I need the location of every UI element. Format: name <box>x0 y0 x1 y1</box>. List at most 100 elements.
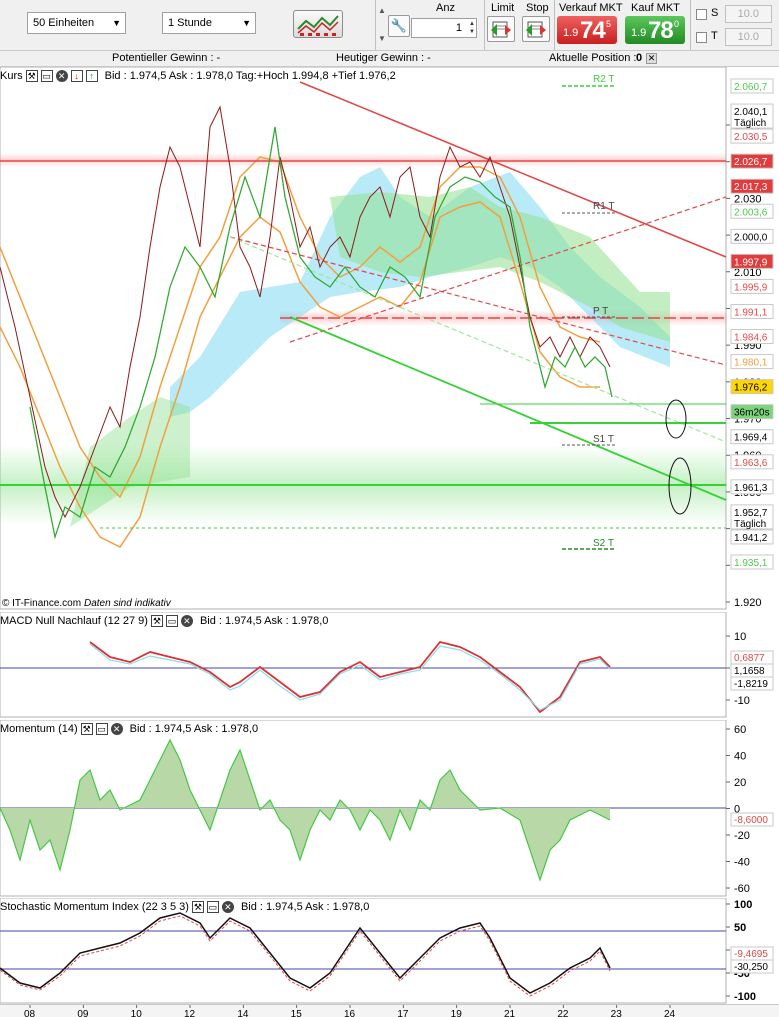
momentum-panel-header: Momentum (14) ⚒ ▭ ✕ Bid : 1.974,5 Ask : … <box>0 723 258 735</box>
quantity-stepper[interactable]: 1 ▲ ▼ <box>411 18 477 38</box>
stepper-arrows-icon: ▲ ▼ <box>469 21 475 35</box>
sell-arrow-icon[interactable]: ↓ <box>70 70 83 82</box>
smi-panel-header: Stochastic Momentum Index (22 3 5 3) ⚒ ▭… <box>0 901 369 913</box>
sell-label: Verkauf MKT <box>559 2 623 14</box>
buy-price-small: 1.9 <box>631 27 647 39</box>
chevron-down-icon: ▼ <box>242 18 251 28</box>
buy-market-button[interactable]: 1.9 78 0 <box>625 16 685 44</box>
momentum-svg[interactable]: 6040200-20-40-60 -8,6000 <box>0 719 779 898</box>
sell-price-big: 74 <box>580 17 606 44</box>
window-icon[interactable]: ▭ <box>40 70 53 82</box>
x-tick-label: 17 <box>397 1009 409 1017</box>
price-tag-label: 1.963,6 <box>734 458 768 469</box>
x-axis-svg: 08 09 10 12 14 15 16 17 19 21 22 23 24 <box>24 1005 676 1017</box>
price-tag-label: 1.980,1 <box>734 358 768 369</box>
indicator-tag-label: -30,250 <box>734 962 768 973</box>
price-tag-label: 1.995,9 <box>734 282 768 293</box>
close-icon[interactable]: ✕ <box>221 901 234 913</box>
price-tag-label: 1.976,2 <box>734 383 768 394</box>
y-tick-label: 20 <box>734 777 746 789</box>
quantity-select[interactable]: 50 Einheiten ▼ <box>27 12 126 34</box>
stop-loss-checkbox[interactable] <box>696 9 707 20</box>
smi-panel-title: Stochastic Momentum Index (22 3 5 3) <box>0 901 189 913</box>
stop-label: Stop <box>526 2 549 14</box>
wrench-icon[interactable]: ⚒ <box>191 901 204 913</box>
pivot-r2-label: R2 T <box>593 74 615 85</box>
price-tag-label: 2.030,5 <box>734 132 768 143</box>
resistance-zone <box>0 153 726 167</box>
price-tag-label: 1.984,6 <box>734 333 768 344</box>
toolbar-separator <box>375 0 376 50</box>
quantity-value: 1 <box>455 22 462 34</box>
momentum-panel: 60 40 20 0 -20 -40 -60 -8,6000 Momentum (14) ⚒… <box>0 719 779 898</box>
price-tag-label: 1.952,7 <box>734 508 768 519</box>
x-axis: 08 09 10 12 14 15 16 17 19 21 22 23 24 <box>0 1004 779 1017</box>
potential-gain: Potentieller Gewinn : - <box>112 52 221 64</box>
y-tick-label: 1.920 <box>734 597 762 609</box>
main-chart-svg[interactable]: R2 T R1 T P T S1 T S2 T 2.0502.0402.0302… <box>0 66 779 611</box>
window-icon[interactable]: ▭ <box>165 615 178 627</box>
macd-panel-header: MACD Null Nachlauf (12 27 9) ⚒ ▭ ✕ Bid :… <box>0 615 328 627</box>
strategy-chart-button[interactable] <box>293 10 343 38</box>
momentum-panel-quote: Bid : 1.974,5 Ask : 1.978,0 <box>129 723 259 735</box>
wrench-icon[interactable]: ⚒ <box>25 70 38 82</box>
order-settings-button[interactable]: 🔧 <box>388 15 410 37</box>
stop-loss-value: 10.0 <box>737 8 759 20</box>
stop-order-button[interactable] <box>522 16 550 42</box>
window-icon[interactable]: ▭ <box>206 901 219 913</box>
indicator-tag-label: 1,1658 <box>734 666 765 677</box>
stop-loss-label: S <box>711 7 719 19</box>
momentum-tags: -8,6000 <box>730 812 774 827</box>
price-tag-label: 1.969,4 <box>734 433 768 444</box>
stop-loss-input[interactable]: 10.0 <box>725 5 772 23</box>
price-tag-label: 2.060,7 <box>734 82 768 93</box>
price-tag-label: 2.000,0 <box>734 232 768 243</box>
close-icon[interactable]: ✕ <box>180 615 193 627</box>
macd-svg[interactable]: 100-10 0,68771,1658-1,8219 <box>0 611 779 719</box>
indicator-tag-label: -9,4695 <box>734 949 768 960</box>
wrench-icon[interactable]: ⚒ <box>80 723 93 735</box>
take-profit-checkbox[interactable] <box>696 32 707 43</box>
interval-select[interactable]: 1 Stunde ▼ <box>162 12 256 34</box>
smi-svg[interactable]: 100500-50-100 -9,4695-30,250 <box>0 897 779 1004</box>
window-icon[interactable]: ▭ <box>95 723 108 735</box>
current-position-value: 0 <box>636 52 643 64</box>
y-tick-label: -40 <box>734 857 750 869</box>
x-tick-label: 09 <box>77 1009 89 1017</box>
x-tick-label: 16 <box>344 1009 356 1017</box>
sell-market-button[interactable]: 1.9 74 5 <box>557 16 617 44</box>
limit-order-icon <box>491 21 511 38</box>
indicator-tag-label: 0,6877 <box>734 653 765 664</box>
data-indicative-text: Daten sind indikativ <box>84 598 172 609</box>
main-panel-title: Kurs <box>0 70 23 82</box>
toolbar-scroll-handle[interactable]: ▲ ▼ <box>377 0 386 50</box>
wrench-icon[interactable]: ⚒ <box>150 615 163 627</box>
interval-select-value: 1 Stunde <box>168 17 213 29</box>
price-tag-label: 1.961,3 <box>734 483 768 494</box>
macd-tags: 0,6877 1,1658 -1,8219 <box>730 650 774 691</box>
price-tag-sub: Täglich <box>734 519 766 530</box>
price-tag-sub: Täglich <box>734 118 766 129</box>
chevron-up-icon: ▲ <box>378 6 386 15</box>
close-position-icon[interactable]: ✕ <box>646 53 657 64</box>
sell-price-sup: 5 <box>606 19 612 29</box>
close-icon[interactable]: ✕ <box>110 723 123 735</box>
limit-order-button[interactable] <box>487 16 515 42</box>
limit-label: Limit <box>491 2 515 14</box>
buy-arrow-icon[interactable]: ↑ <box>85 70 98 82</box>
macd-panel-title: MACD Null Nachlauf (12 27 9) <box>0 615 148 627</box>
take-profit-input[interactable]: 10.0 <box>725 28 772 46</box>
price-tag-label: 1.991,1 <box>734 307 768 318</box>
x-tick-label: 14 <box>237 1009 249 1017</box>
price-tag-label: 2.040,1 <box>734 107 768 118</box>
x-tick-label: 10 <box>131 1009 143 1017</box>
indicator-tag-label: -8,6000 <box>734 815 768 826</box>
chevron-down-icon: ▼ <box>112 18 121 28</box>
y-tick-label: 50 <box>734 922 746 934</box>
current-position-label: Aktuelle Position : <box>549 52 637 64</box>
close-icon[interactable]: ✕ <box>55 70 68 82</box>
x-tick-label: 08 <box>24 1009 36 1017</box>
x-tick-label: 15 <box>291 1009 303 1017</box>
pivot-s2-label: S2 T <box>593 538 614 549</box>
pivot-r1-label: R1 T <box>593 201 615 212</box>
